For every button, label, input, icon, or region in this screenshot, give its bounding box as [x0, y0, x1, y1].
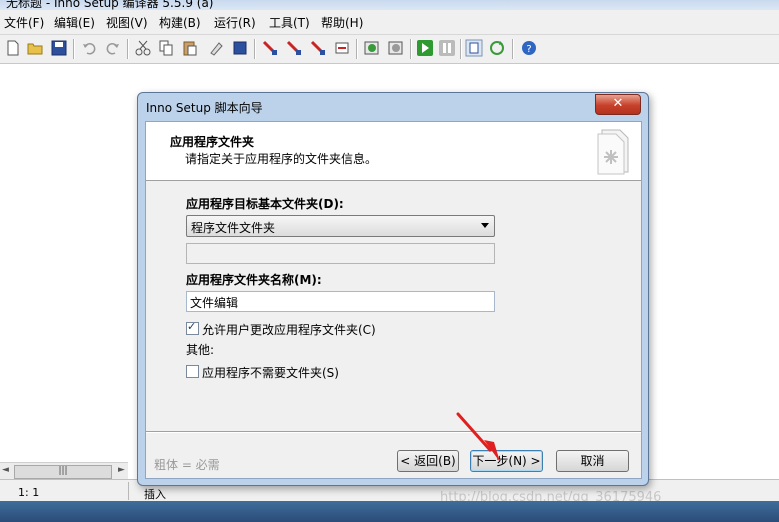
base-folder-label: 应用程序目标基本文件夹(D):	[186, 197, 344, 211]
toolbar-separator	[410, 39, 412, 59]
page-title: 应用程序文件夹	[170, 135, 255, 149]
select-all-icon[interactable]	[231, 39, 249, 57]
svg-text:?: ?	[526, 44, 531, 55]
base-folder-select[interactable]: 程序文件文件夹	[186, 215, 495, 237]
insert-mode: 插入	[144, 488, 166, 501]
cut-icon[interactable]	[134, 39, 152, 57]
copy-icon[interactable]	[157, 39, 175, 57]
refresh-icon[interactable]	[488, 39, 506, 57]
toolbar: ?	[0, 35, 779, 64]
menu-run[interactable]: 运行(R)	[214, 14, 256, 31]
allow-change-checkbox[interactable]	[186, 320, 199, 335]
toolbar-separator	[254, 39, 256, 59]
dialog-title: Inno Setup 脚本向导	[146, 101, 263, 115]
menu-bar: 文件(F) 编辑(E) 视图(V) 构建(B) 运行(R) 工具(T) 帮助(H…	[0, 10, 779, 35]
footer-divider	[146, 431, 641, 433]
taskbar	[0, 501, 779, 522]
find-icon[interactable]	[333, 39, 351, 57]
wizard-document-icon	[597, 129, 629, 175]
allow-change-label[interactable]: 允许用户更改应用程序文件夹(C)	[202, 321, 376, 338]
required-note: 粗体 = 必需	[154, 458, 220, 472]
run-icon[interactable]	[416, 39, 434, 57]
redo-icon[interactable]	[104, 39, 122, 57]
menu-file[interactable]: 文件(F)	[4, 14, 44, 31]
wizard-header: 应用程序文件夹 请指定关于应用程序的文件夹信息。	[146, 122, 641, 181]
scroll-thumb[interactable]: |||	[14, 465, 112, 479]
open-folder-icon[interactable]	[26, 39, 44, 57]
compile-stop-icon[interactable]	[285, 39, 303, 57]
folder-name-label: 应用程序文件夹名称(M):	[186, 273, 322, 287]
toolbar-separator	[73, 39, 75, 59]
other-label: 其他:	[186, 343, 215, 357]
paste-icon[interactable]	[181, 39, 199, 57]
folder-name-value: 文件编辑	[190, 296, 239, 310]
undo-icon[interactable]	[80, 39, 98, 57]
menu-build[interactable]: 构建(B)	[159, 14, 201, 31]
no-folder-checkbox[interactable]	[186, 365, 199, 378]
compile-icon[interactable]	[261, 39, 279, 57]
window-titlebar: 无标题 - Inno Setup 编译器 5.5.9 (a)	[0, 0, 779, 10]
compile-wizard-icon[interactable]	[309, 39, 327, 57]
cursor-position: 1: 1	[18, 486, 40, 499]
toolbar-separator	[356, 39, 358, 59]
pause-icon[interactable]	[438, 39, 456, 57]
clear-icon[interactable]	[207, 39, 225, 57]
scroll-left-icon[interactable]: ◄	[2, 465, 9, 475]
base-folder-value: 程序文件文件夹	[191, 221, 276, 235]
no-folder-label[interactable]: 应用程序不需要文件夹(S)	[202, 364, 339, 381]
save-icon[interactable]	[50, 39, 68, 57]
close-button[interactable]: ✕	[595, 94, 641, 115]
toolbar-separator	[127, 39, 129, 59]
status-divider	[128, 482, 129, 500]
menu-edit[interactable]: 编辑(E)	[54, 14, 95, 31]
menu-help[interactable]: 帮助(H)	[321, 14, 363, 31]
scroll-right-icon[interactable]: ►	[118, 465, 125, 475]
new-file-icon[interactable]	[4, 39, 22, 57]
menu-view[interactable]: 视图(V)	[106, 14, 148, 31]
help-icon[interactable]: ?	[520, 39, 538, 57]
annotation-arrow-icon	[456, 412, 500, 462]
target-alt-icon[interactable]	[387, 39, 405, 57]
target-icon[interactable]	[363, 39, 381, 57]
menu-tools[interactable]: 工具(T)	[269, 14, 310, 31]
chevron-down-icon	[481, 223, 489, 228]
script-wizard-dialog: Inno Setup 脚本向导 ✕ 应用程序文件夹 请指定关于应用程序的文件夹信…	[137, 92, 649, 486]
step-icon[interactable]	[465, 39, 483, 57]
window-title: 无标题 - Inno Setup 编译器 5.5.9 (a)	[6, 0, 214, 10]
toolbar-separator	[460, 39, 462, 59]
page-subtitle: 请指定关于应用程序的文件夹信息。	[185, 152, 378, 166]
horizontal-scrollbar[interactable]: ◄ ||| ►	[0, 462, 128, 479]
toolbar-separator	[512, 39, 514, 59]
back-button[interactable]: < 返回(B)	[397, 450, 459, 472]
cancel-button[interactable]: 取消	[556, 450, 629, 472]
dialog-body: 应用程序文件夹 请指定关于应用程序的文件夹信息。 应用程序目标基本文件夹(D):…	[145, 121, 642, 479]
folder-name-field[interactable]: 文件编辑	[186, 291, 495, 312]
custom-base-folder-field[interactable]	[186, 243, 495, 264]
